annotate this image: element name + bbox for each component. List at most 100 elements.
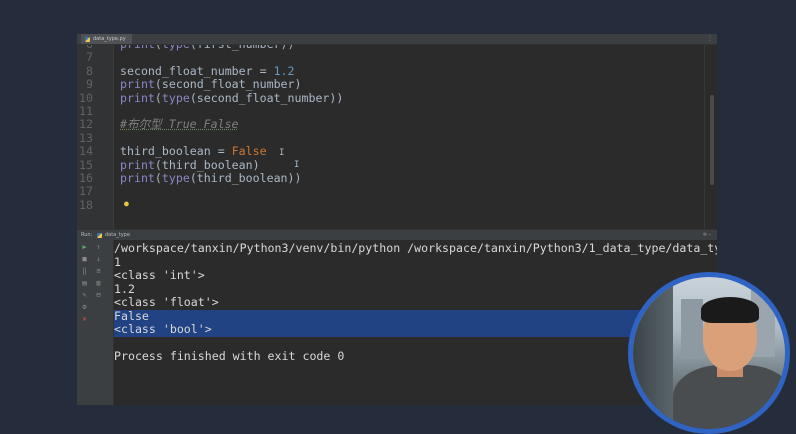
code-text: third_boolean = False — [120, 145, 267, 158]
wrap-icon[interactable]: ≡ — [95, 268, 102, 275]
lightbulb-icon[interactable]: ● — [124, 199, 129, 208]
scroll-up-icon[interactable]: ↑ — [95, 244, 102, 251]
right-margin-guide — [704, 45, 705, 229]
code-line: 18 — [77, 197, 717, 212]
background-building — [681, 299, 703, 359]
line-number: 13 — [79, 130, 93, 145]
code-token: (second_float_number)) — [189, 90, 344, 105]
settings-icon[interactable]: ⚙ — [81, 304, 88, 311]
presenter-webcam — [628, 272, 790, 434]
console-line: 1 — [114, 254, 717, 270]
tab-menu-icon[interactable]: ⋮ — [707, 34, 713, 44]
line-number: 15 — [79, 157, 93, 172]
code-line: 10 print(type(second_float_number)) — [77, 90, 717, 105]
console-text: 1 — [114, 254, 121, 269]
editor-scrollbar[interactable] — [710, 95, 714, 185]
code-token: third_boolean = — [120, 144, 232, 159]
console-line: /workspace/tanxin/Python3/venv/bin/pytho… — [114, 241, 717, 256]
code-token: 1.2 — [273, 63, 295, 78]
console-text: 1.2 — [114, 281, 135, 296]
console-text: <class 'bool'> — [114, 322, 212, 336]
console-line: 1.2 — [114, 281, 717, 297]
console-text: <class 'float'> — [114, 295, 219, 309]
code-editor[interactable]: 6print(type(first_number))78 second_float… — [77, 45, 717, 229]
window-frame — [633, 277, 673, 429]
line-number: 11 — [79, 104, 93, 118]
code-line: 15 print(third_boolean) — [77, 157, 717, 172]
code-token: print — [120, 171, 155, 185]
run-console[interactable]: ▶ ↑ ■ ↓ ‖ ≡ ▤ ▥ ✎ ⊟ ⚙ ✕ /workspace/tanxi… — [77, 240, 717, 405]
file-tab-data-type[interactable]: data_type.py — [81, 34, 132, 44]
code-token: ( — [154, 171, 162, 185]
python-file-icon — [85, 36, 90, 42]
code-token: type — [161, 171, 190, 185]
ide-window: data_type.py ⋮ 6print(type(first_number)… — [77, 34, 717, 405]
play-icon[interactable]: ▶ — [81, 244, 88, 251]
line-number: 10 — [79, 90, 93, 105]
pin-icon[interactable]: ✎ — [81, 292, 88, 299]
code-text: #布尔型 True False — [120, 118, 239, 131]
print-icon[interactable]: ▥ — [95, 280, 102, 287]
code-token: #布尔型 True False — [120, 117, 239, 132]
console-line: Process finished with exit code 0 — [114, 349, 717, 364]
console-line: <class 'int'> — [114, 268, 717, 283]
pause-icon[interactable]: ‖ — [81, 268, 88, 275]
code-token: False — [231, 144, 267, 159]
console-line: False — [114, 308, 717, 323]
line-number: 17 — [79, 184, 93, 199]
code-line: 7 — [77, 51, 717, 64]
console-line: <class 'float'> — [114, 295, 717, 310]
console-text: /workspace/tanxin/Python3/venv/bin/pytho… — [114, 241, 717, 255]
code-token: (second_float_number) — [154, 77, 302, 92]
code-text: print(type(third_boolean)) — [120, 172, 302, 185]
mouse-text-cursor-icon: I — [279, 148, 285, 158]
console-line: <class 'bool'> — [114, 322, 717, 337]
file-tab-label: data_type.py — [93, 36, 126, 42]
python-run-icon — [97, 232, 102, 238]
code-text: print(type(first_number)) — [120, 45, 295, 51]
code-text: print(second_float_number) — [120, 78, 302, 91]
code-token: ( — [154, 90, 162, 105]
run-tab-label: data_type — [105, 232, 130, 238]
code-token: print — [120, 90, 155, 105]
editor-tab-bar: data_type.py ⋮ — [77, 34, 717, 45]
code-token: (first_number)) — [190, 45, 295, 51]
code-token: print — [120, 77, 155, 92]
code-text: second_float_number = 1.2 — [120, 63, 295, 78]
code-token: (third_boolean) — [154, 157, 260, 172]
code-text: print(third_boolean) — [120, 157, 260, 172]
code-line: 16 print(type(third_boolean)) — [77, 172, 717, 185]
console-text: <class 'int'> — [114, 268, 205, 282]
code-token: (third_boolean)) — [189, 171, 302, 185]
delete-icon[interactable]: ⊟ — [95, 292, 102, 299]
line-number: 18 — [79, 197, 93, 212]
line-number: 14 — [79, 144, 93, 159]
mouse-text-cursor-icon-2: I — [294, 160, 300, 170]
code-line: 12 #布尔型 True False — [77, 118, 717, 131]
run-panel-label: Run: — [81, 232, 93, 238]
line-number: 8 — [86, 63, 93, 78]
run-toolbar: ▶ ↑ ■ ↓ ‖ ≡ ▤ ▥ ✎ ⊟ ⚙ ✕ — [77, 240, 114, 405]
console-text: Process finished with exit code 0 — [114, 349, 345, 363]
stop-icon[interactable]: ■ — [81, 256, 88, 263]
code-line: 9 print(second_float_number) — [77, 78, 717, 91]
console-text: False — [114, 308, 149, 323]
run-tab-data-type[interactable]: data_type — [97, 230, 130, 240]
code-token: type — [162, 45, 190, 51]
dump-threads-icon[interactable]: ▤ — [81, 280, 88, 287]
code-token: ( — [155, 45, 162, 51]
line-number: 7 — [86, 50, 93, 65]
code-token: second_float_number = — [120, 63, 274, 78]
code-line: 13 — [77, 130, 717, 145]
code-token: print — [120, 157, 155, 172]
code-token: print — [120, 45, 155, 51]
line-number: 12 — [79, 117, 93, 132]
line-number: 16 — [79, 171, 93, 185]
code-line: 11 — [77, 105, 717, 118]
gear-icon[interactable]: ✲ – — [703, 230, 711, 240]
code-line: 17 — [77, 185, 717, 198]
code-token: type — [161, 90, 190, 105]
scroll-down-icon[interactable]: ↓ — [95, 256, 102, 263]
close-icon[interactable]: ✕ — [81, 316, 88, 323]
